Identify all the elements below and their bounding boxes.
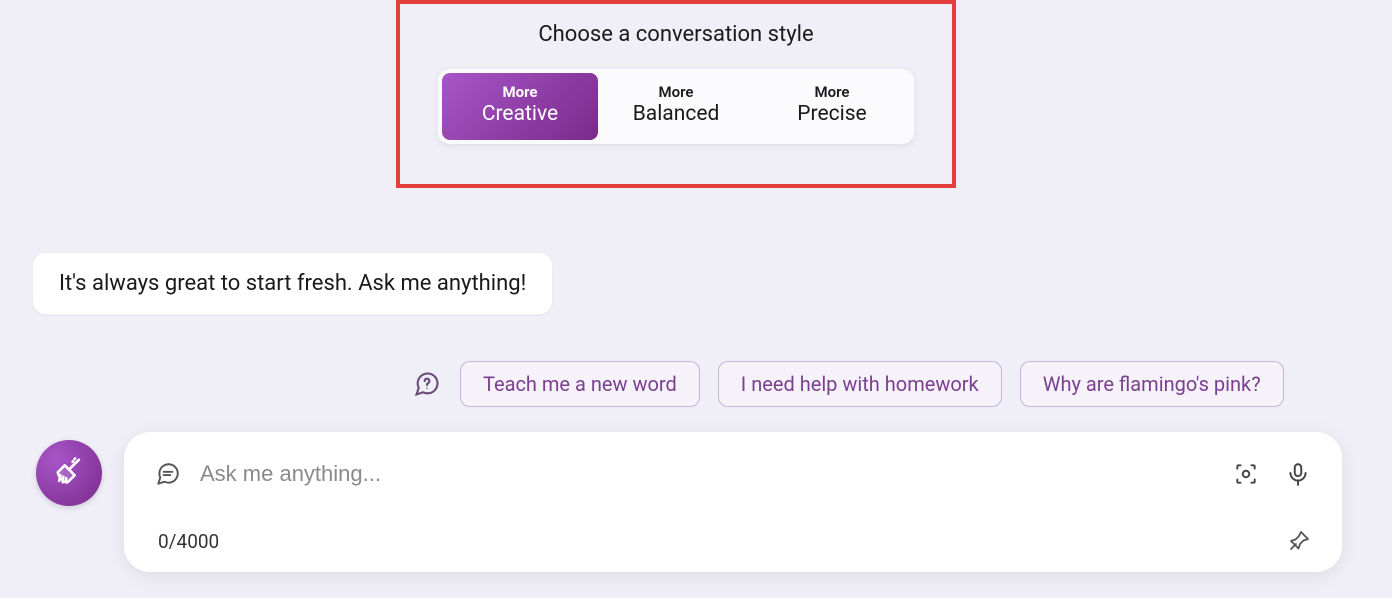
style-option-top: More <box>754 83 910 101</box>
input-top-row <box>154 460 1312 488</box>
style-option-bottom: Precise <box>754 101 910 128</box>
style-picker-title: Choose a conversation style <box>538 22 813 47</box>
assistant-message: It's always great to start fresh. Ask me… <box>32 252 553 315</box>
suggestions-row: Teach me a new word I need help with hom… <box>412 361 1284 407</box>
suggestion-chip[interactable]: I need help with homework <box>718 361 1002 407</box>
style-picker-highlight: Choose a conversation style More Creativ… <box>396 0 956 188</box>
char-count: 0/4000 <box>154 530 219 553</box>
broom-icon <box>52 454 86 492</box>
chat-input[interactable] <box>200 461 1214 487</box>
pin-icon[interactable] <box>1286 528 1312 554</box>
chat-input-box: 0/4000 <box>124 432 1342 572</box>
style-option-bottom: Balanced <box>598 101 754 128</box>
suggestion-chip[interactable]: Why are flamingo's pink? <box>1020 361 1284 407</box>
new-topic-button[interactable] <box>36 440 102 506</box>
suggestion-chip[interactable]: Teach me a new word <box>460 361 700 407</box>
chat-icon <box>154 460 182 488</box>
style-options: More Creative More Balanced More Precise <box>438 69 914 144</box>
style-option-top: More <box>598 83 754 101</box>
visual-search-icon[interactable] <box>1232 460 1260 488</box>
style-option-creative[interactable]: More Creative <box>442 73 598 140</box>
style-option-bottom: Creative <box>442 101 598 128</box>
input-actions <box>1232 460 1312 488</box>
help-icon[interactable] <box>412 369 442 399</box>
style-option-balanced[interactable]: More Balanced <box>598 73 754 140</box>
style-option-precise[interactable]: More Precise <box>754 73 910 140</box>
style-option-top: More <box>442 83 598 101</box>
input-bottom-row: 0/4000 <box>154 528 1312 554</box>
mic-icon[interactable] <box>1284 460 1312 488</box>
